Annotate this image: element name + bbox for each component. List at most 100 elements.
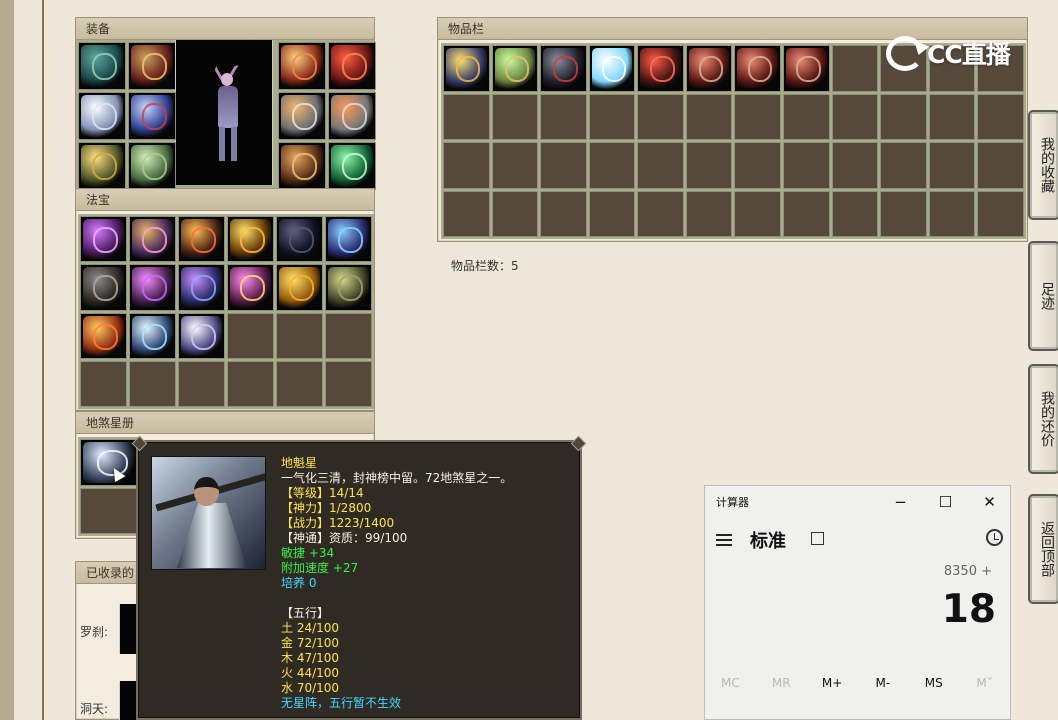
memory-subtract-button[interactable]: M-	[863, 676, 903, 698]
treasure-slot[interactable]	[227, 216, 274, 263]
memory-list-button[interactable]: M˅	[965, 676, 1005, 698]
empty-inventory-slot[interactable]	[928, 93, 976, 140]
inventory-slot[interactable]	[734, 45, 782, 92]
close-button[interactable]: ✕	[967, 486, 1012, 518]
inventory-slot[interactable]	[540, 45, 587, 92]
empty-inventory-slot[interactable]	[880, 142, 927, 189]
empty-inventory-slot[interactable]	[540, 142, 587, 189]
memory-store-button[interactable]: MS	[914, 676, 954, 698]
empty-inventory-slot[interactable]	[734, 190, 782, 237]
empty-inventory-slot[interactable]	[734, 142, 782, 189]
empty-inventory-slot[interactable]	[685, 190, 733, 237]
treasure-slot[interactable]	[276, 216, 323, 263]
back-to-top-button[interactable]: 返回顶部	[1028, 494, 1058, 604]
equipment-slot-shoulder[interactable]	[278, 42, 326, 90]
empty-inventory-slot[interactable]	[685, 142, 733, 189]
empty-treasure-slot[interactable]	[325, 312, 372, 359]
empty-inventory-slot[interactable]	[783, 190, 830, 237]
empty-inventory-slot[interactable]	[928, 142, 976, 189]
treasure-slot[interactable]	[325, 216, 372, 263]
hamburger-menu-icon[interactable]	[716, 534, 732, 546]
empty-inventory-slot[interactable]	[588, 142, 636, 189]
equipment-slot-ring-left[interactable]	[278, 92, 326, 140]
empty-inventory-slot[interactable]	[831, 142, 879, 189]
footprints-button[interactable]: 足迹	[1028, 241, 1058, 351]
equipment-slot-orb[interactable]	[328, 142, 376, 190]
treasure-slot[interactable]	[80, 312, 127, 359]
treasure-slot[interactable]	[178, 216, 225, 263]
empty-inventory-slot[interactable]	[977, 142, 1024, 189]
equipment-slot-trinket[interactable]	[78, 142, 126, 190]
empty-inventory-slot[interactable]	[540, 190, 587, 237]
inventory-slot[interactable]	[637, 45, 684, 92]
my-bargains-button[interactable]: 我的还价	[1028, 364, 1058, 474]
empty-inventory-slot[interactable]	[880, 93, 927, 140]
empty-inventory-slot[interactable]	[637, 142, 684, 189]
star-book-slot[interactable]	[80, 439, 140, 486]
inventory-slot[interactable]	[491, 45, 539, 92]
empty-inventory-slot[interactable]	[491, 142, 539, 189]
empty-inventory-slot[interactable]	[783, 93, 830, 140]
equipment-slot-boots[interactable]	[128, 142, 176, 190]
empty-inventory-slot[interactable]	[831, 190, 879, 237]
empty-inventory-slot[interactable]	[977, 190, 1024, 237]
empty-treasure-slot[interactable]	[129, 360, 176, 407]
equipment-slot-weapon[interactable]	[78, 92, 126, 140]
empty-inventory-slot[interactable]	[734, 93, 782, 140]
equipment-slot-belt[interactable]	[278, 142, 326, 190]
history-icon[interactable]	[986, 529, 1003, 546]
empty-inventory-slot[interactable]	[831, 93, 879, 140]
treasure-slot[interactable]	[276, 264, 323, 311]
minimize-button[interactable]: −	[878, 486, 923, 518]
rakshasa-thumbnail[interactable]	[119, 604, 137, 654]
empty-inventory-slot[interactable]	[928, 190, 976, 237]
maximize-button[interactable]: ☐	[923, 486, 968, 518]
empty-treasure-slot[interactable]	[276, 360, 323, 407]
treasure-slot[interactable]	[178, 264, 225, 311]
empty-star-book-slot[interactable]	[80, 487, 140, 534]
inventory-slot[interactable]	[443, 45, 490, 92]
empty-inventory-slot[interactable]	[540, 93, 587, 140]
empty-inventory-slot[interactable]	[831, 45, 879, 92]
memory-add-button[interactable]: M+	[812, 676, 852, 698]
empty-treasure-slot[interactable]	[325, 360, 372, 407]
memory-recall-button[interactable]: MR	[761, 676, 801, 698]
treasure-slot[interactable]	[325, 264, 372, 311]
empty-inventory-slot[interactable]	[588, 93, 636, 140]
keep-on-top-icon[interactable]	[811, 532, 824, 545]
empty-inventory-slot[interactable]	[977, 93, 1024, 140]
treasure-slot[interactable]	[129, 264, 176, 311]
equipment-slot-necklace[interactable]	[328, 42, 376, 90]
equipment-slot-helmet[interactable]	[128, 42, 176, 90]
empty-inventory-slot[interactable]	[637, 190, 684, 237]
empty-treasure-slot[interactable]	[178, 360, 225, 407]
empty-inventory-slot[interactable]	[491, 93, 539, 140]
empty-treasure-slot[interactable]	[80, 360, 127, 407]
empty-inventory-slot[interactable]	[637, 93, 684, 140]
inventory-slot[interactable]	[588, 45, 636, 92]
equipment-slot-cloak[interactable]	[78, 42, 126, 90]
calculator-titlebar[interactable]: 计算器 − ☐ ✕	[705, 486, 1010, 520]
empty-inventory-slot[interactable]	[880, 190, 927, 237]
inventory-slot[interactable]	[685, 45, 733, 92]
memory-clear-button[interactable]: MC	[710, 676, 750, 698]
empty-inventory-slot[interactable]	[491, 190, 539, 237]
empty-inventory-slot[interactable]	[588, 190, 636, 237]
cave-thumbnail[interactable]	[119, 681, 137, 720]
treasure-slot[interactable]	[80, 264, 127, 311]
inventory-slot[interactable]	[783, 45, 830, 92]
empty-treasure-slot[interactable]	[227, 360, 274, 407]
treasure-slot[interactable]	[129, 216, 176, 263]
my-favorites-button[interactable]: 我的收藏	[1028, 110, 1058, 220]
treasure-slot[interactable]	[80, 216, 127, 263]
empty-treasure-slot[interactable]	[276, 312, 323, 359]
equipment-slot-ring-right[interactable]	[328, 92, 376, 140]
empty-inventory-slot[interactable]	[443, 142, 490, 189]
empty-inventory-slot[interactable]	[443, 93, 490, 140]
treasure-slot[interactable]	[178, 312, 225, 359]
equipment-slot-armor[interactable]	[128, 92, 176, 140]
treasure-slot[interactable]	[129, 312, 176, 359]
empty-inventory-slot[interactable]	[443, 190, 490, 237]
empty-inventory-slot[interactable]	[783, 142, 830, 189]
empty-treasure-slot[interactable]	[227, 312, 274, 359]
